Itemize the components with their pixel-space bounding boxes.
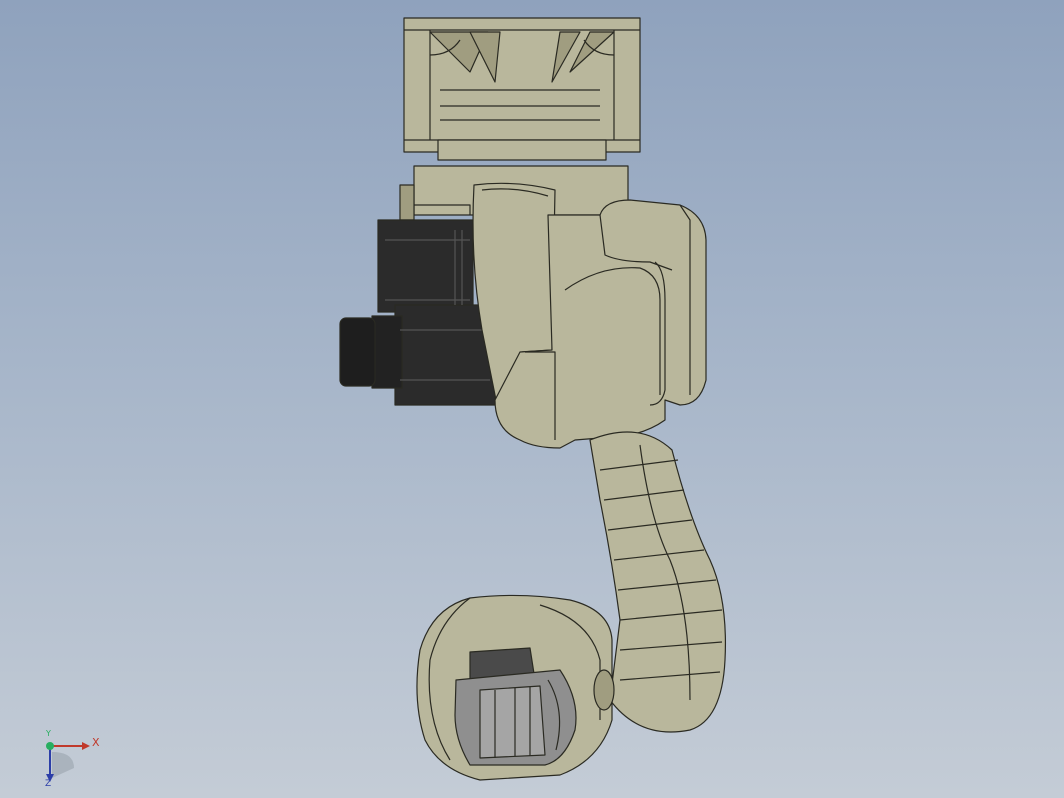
x-axis-label: X (92, 736, 100, 749)
robot-arm-model[interactable] (339, 17, 726, 781)
triad-shadow (52, 752, 74, 778)
coordinate-triad: X Y Z (30, 728, 100, 789)
x-axis-head (82, 742, 90, 750)
y-axis-dot (46, 742, 54, 750)
y-axis-label: Y (45, 729, 51, 738)
z-axis-label: Z (45, 779, 51, 788)
joint-motor (339, 219, 496, 406)
base-flange (403, 17, 641, 161)
model-viewport[interactable] (0, 0, 1064, 798)
